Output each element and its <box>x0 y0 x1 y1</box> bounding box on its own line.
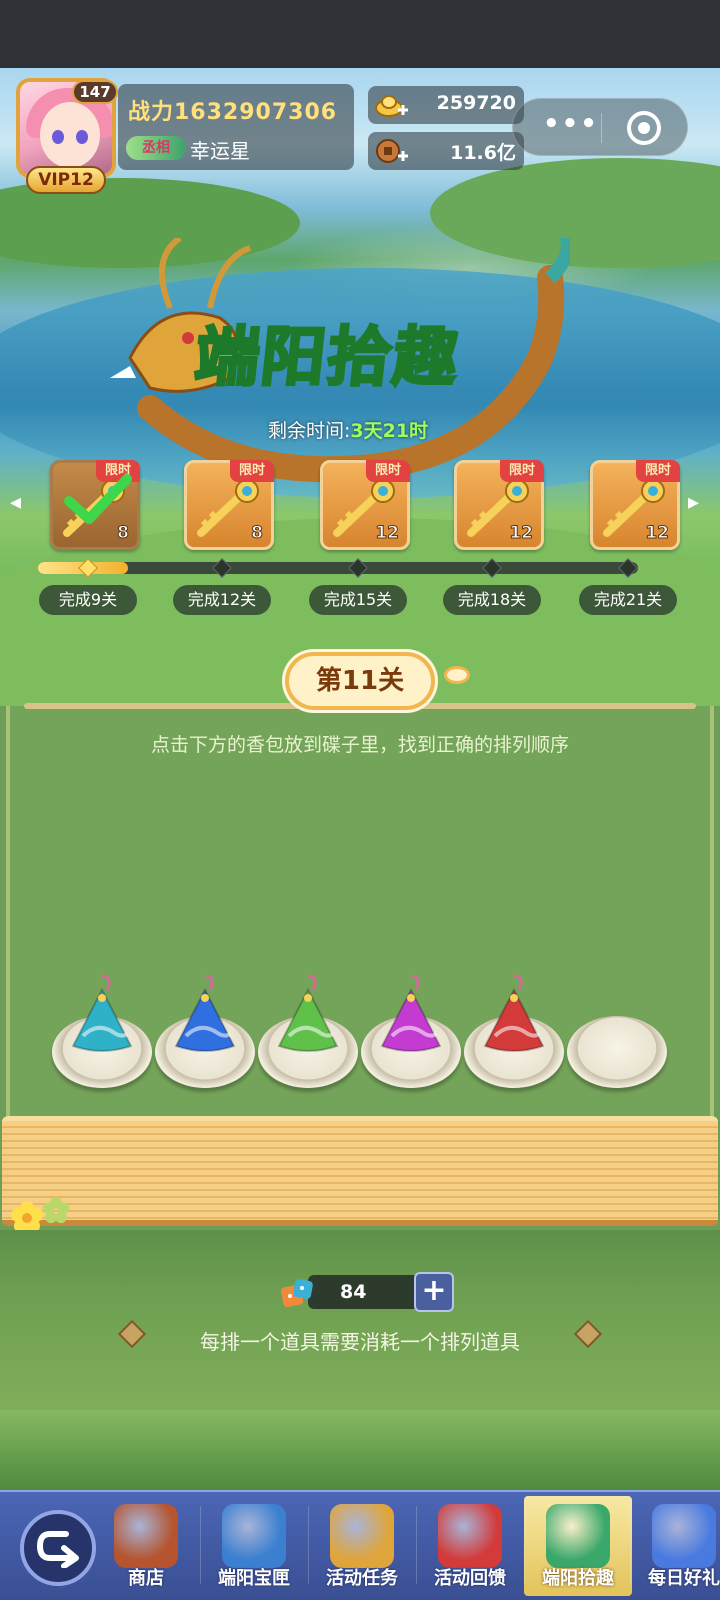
event-title: 端阳拾趣 <box>190 319 465 397</box>
nav-item-2[interactable]: 端阳宝匣 <box>200 1496 308 1596</box>
nav-separator <box>524 1506 525 1584</box>
meadow-decoration <box>0 1410 720 1490</box>
instruction-text: 点击下方的香包放到碟子里，找到正确的排列顺序 <box>150 734 569 756</box>
close-target-icon[interactable] <box>627 111 661 145</box>
nav-separator <box>308 1506 309 1584</box>
nav-item-6[interactable]: 每日好礼 <box>630 1496 720 1596</box>
check-icon <box>64 474 132 524</box>
status-bar <box>0 0 720 68</box>
player-level-badge: 147 <box>72 80 118 104</box>
scroll-left-icon[interactable]: ◂ <box>10 490 21 515</box>
milestone-reward-4[interactable]: 限时 12 <box>454 460 544 550</box>
mini-program-capsule: ••• <box>512 98 688 156</box>
item-count: 84 <box>340 1281 367 1303</box>
sachet-shelf[interactable] <box>2 1116 718 1226</box>
copper-coin-plus-icon <box>376 139 408 163</box>
limited-tag: 限时 <box>366 460 410 482</box>
flower-icon <box>11 1201 43 1233</box>
gift-icon <box>438 1504 502 1568</box>
nav-label: 端阳拾趣 <box>542 1568 614 1589</box>
nav-item-4[interactable]: 活动回馈 <box>416 1496 524 1596</box>
milestone-label: 完成12关 <box>173 585 271 615</box>
shop-icon <box>114 1504 178 1568</box>
sachet-1[interactable] <box>67 972 137 1062</box>
milestone-reward-3[interactable]: 限时 12 <box>320 460 410 550</box>
nav-label: 每日好礼 <box>648 1568 720 1589</box>
flower-icon <box>42 1196 70 1224</box>
nav-label: 活动任务 <box>326 1568 398 1589</box>
treasure-box-icon <box>222 1504 286 1568</box>
nav-separator <box>200 1506 201 1584</box>
reward-count: 12 <box>509 523 534 544</box>
arrange-item-counter: 84 + <box>280 1272 456 1312</box>
reward-count: 12 <box>645 523 670 544</box>
player-name: 幸运星 <box>190 139 250 163</box>
time-remaining: 剩余时间:3天21时 <box>268 420 429 442</box>
scroll-right-icon[interactable]: ▸ <box>688 490 699 515</box>
nav-label: 端阳宝匣 <box>218 1568 290 1589</box>
coin-currency[interactable]: 11.6亿 <box>368 132 524 170</box>
plate-slot-6[interactable] <box>567 1016 667 1088</box>
nav-item-3[interactable]: 活动任务 <box>308 1496 416 1596</box>
back-arrow-icon <box>36 1531 79 1568</box>
cost-note: 每排一个道具需要消耗一个排列道具 <box>200 1330 520 1354</box>
gold-currency[interactable]: 259720 <box>368 86 524 124</box>
gold-ingot-plus-icon <box>375 95 408 117</box>
item-panel <box>0 1230 720 1410</box>
limited-tag: 限时 <box>636 460 680 482</box>
gold-amount: 259720 <box>436 92 516 114</box>
reward-count: 12 <box>375 523 400 544</box>
reward-count: 8 <box>251 523 264 544</box>
dice-icon <box>280 1279 313 1308</box>
back-button[interactable] <box>20 1510 96 1586</box>
milestone-label: 完成21关 <box>579 585 677 615</box>
sachet-3[interactable] <box>273 972 343 1062</box>
level-ribbon: 第11关 <box>285 652 435 710</box>
nav-separator <box>416 1506 417 1584</box>
nav-item-5[interactable]: 端阳拾趣 <box>524 1496 632 1596</box>
milestone-reward-5[interactable]: 限时 12 <box>590 460 680 550</box>
nav-label: 活动回馈 <box>434 1568 506 1589</box>
rank-tag: 丞相 <box>126 136 186 160</box>
more-options-button[interactable]: ••• <box>543 109 599 139</box>
milestone-reward-1[interactable]: 限时 8 <box>50 460 140 550</box>
milestone-reward-2[interactable]: 限时 8 <box>184 460 274 550</box>
task-icon <box>330 1504 394 1568</box>
coin-amount: 11.6亿 <box>450 142 516 164</box>
daily-gift-icon <box>652 1504 716 1568</box>
nav-label: 商店 <box>128 1568 164 1589</box>
vip-badge[interactable]: VIP12 <box>26 166 106 194</box>
limited-tag: 限时 <box>500 460 544 482</box>
sachet-2[interactable] <box>170 972 240 1062</box>
nav-separator <box>630 1506 631 1584</box>
milestone-label: 完成18关 <box>443 585 541 615</box>
add-item-button[interactable]: + <box>414 1272 454 1312</box>
limited-tag: 限时 <box>230 460 274 482</box>
nav-item-1[interactable]: 商店 <box>92 1496 200 1596</box>
combat-power: 战力1632907306 <box>128 100 338 125</box>
progress-track <box>38 562 638 574</box>
milestone-label: 完成15关 <box>309 585 407 615</box>
sachet-4[interactable] <box>376 972 446 1062</box>
zongzi-icon <box>546 1504 610 1568</box>
sachet-5[interactable] <box>479 972 549 1062</box>
milestone-label: 完成9关 <box>39 585 137 615</box>
